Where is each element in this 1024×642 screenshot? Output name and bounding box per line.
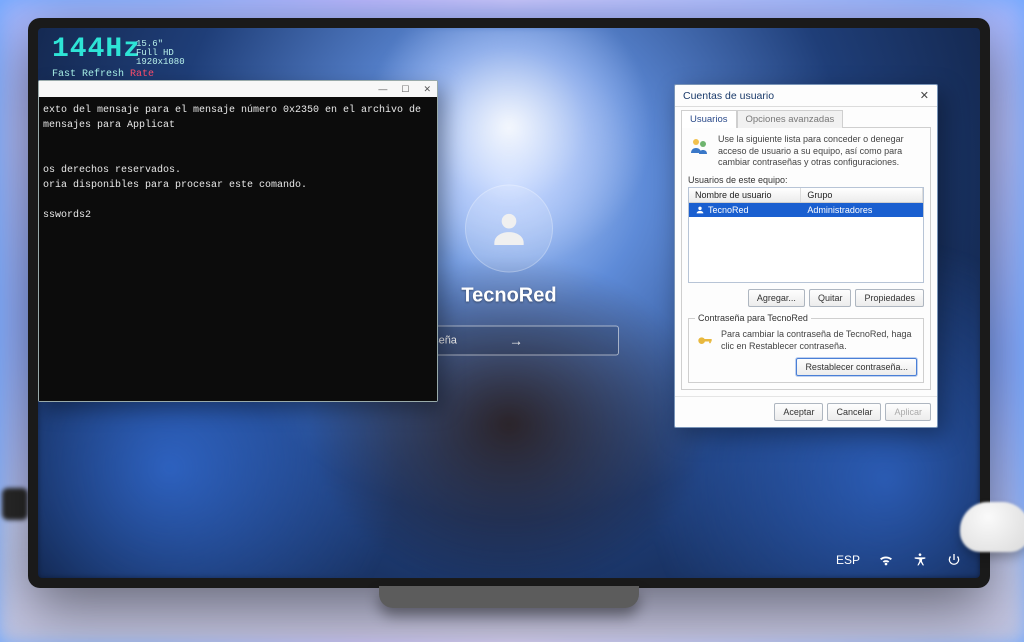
key-icon xyxy=(695,329,715,352)
password-fieldset: Contraseña para TecnoRed Para cambiar la… xyxy=(688,313,924,383)
panel-spec: 15.6" Full HD 1920x1080 xyxy=(136,40,185,67)
user-row-selected[interactable]: TecnoRed Administradores xyxy=(689,203,923,217)
fieldset-text: Para cambiar la contraseña de TecnoRed, … xyxy=(721,329,917,352)
ua-list-label: Usuarios de este equipo: xyxy=(688,175,924,185)
fieldset-legend: Contraseña para TecnoRed xyxy=(695,313,811,323)
cmd-output[interactable]: exto del mensaje para el mensaje número … xyxy=(39,97,437,401)
close-icon[interactable]: ✕ xyxy=(920,89,929,102)
users-icon xyxy=(688,134,712,161)
laptop-frame: 144Hz 15.6" Full HD 1920x1080 Fast Refre… xyxy=(28,18,990,588)
minimize-icon[interactable]: — xyxy=(378,84,387,94)
power-icon[interactable] xyxy=(946,552,962,568)
user-accounts-dialog[interactable]: Cuentas de usuario ✕ Usuarios Opciones a… xyxy=(674,84,938,428)
ua-list-buttons: Agregar... Quitar Propiedades xyxy=(688,289,924,307)
user-list[interactable]: Nombre de usuario Grupo TecnoRed Adminis… xyxy=(688,187,924,283)
screen: 144Hz 15.6" Full HD 1920x1080 Fast Refre… xyxy=(38,28,980,578)
ok-button[interactable]: Aceptar xyxy=(774,403,823,421)
refresh-rate: 144Hz xyxy=(52,34,141,65)
row-group: Administradores xyxy=(801,205,923,215)
submit-arrow-icon[interactable]: → xyxy=(509,333,610,349)
apply-button[interactable]: Aplicar xyxy=(885,403,931,421)
system-tray: ESP xyxy=(836,552,962,568)
reset-password-button[interactable]: Restablecer contraseña... xyxy=(796,358,917,376)
cancel-button[interactable]: Cancelar xyxy=(827,403,881,421)
language-indicator[interactable]: ESP xyxy=(836,553,860,567)
product-badge: 144Hz 15.6" Full HD 1920x1080 Fast Refre… xyxy=(52,36,154,80)
user-icon xyxy=(487,207,531,251)
ua-titlebar[interactable]: Cuentas de usuario ✕ xyxy=(675,85,937,107)
command-prompt-window[interactable]: — ☐ ✕ exto del mensaje para el mensaje n… xyxy=(38,80,438,402)
ua-users-pane: Use la siguiente lista para conceder o d… xyxy=(681,127,931,390)
remove-button[interactable]: Quitar xyxy=(809,289,852,307)
close-icon[interactable]: ✕ xyxy=(423,84,431,95)
add-button[interactable]: Agregar... xyxy=(748,289,805,307)
col-group[interactable]: Grupo xyxy=(801,188,923,202)
game-controller-prop xyxy=(960,502,1024,552)
properties-button[interactable]: Propiedades xyxy=(855,289,924,307)
tab-advanced[interactable]: Opciones avanzadas xyxy=(737,110,844,128)
maximize-icon[interactable]: ☐ xyxy=(401,84,409,95)
user-small-icon xyxy=(695,205,705,215)
cmd-titlebar[interactable]: — ☐ ✕ xyxy=(39,81,437,97)
row-username: TecnoRed xyxy=(708,205,749,215)
ua-tabs: Usuarios Opciones avanzadas xyxy=(675,107,937,127)
ua-title-text: Cuentas de usuario xyxy=(683,90,774,102)
avatar xyxy=(465,185,553,273)
ua-description-text: Use la siguiente lista para conceder o d… xyxy=(718,134,924,169)
wifi-icon[interactable] xyxy=(878,552,894,568)
ua-footer: Aceptar Cancelar Aplicar xyxy=(675,396,937,427)
user-list-header: Nombre de usuario Grupo xyxy=(689,188,923,203)
ua-description: Use la siguiente lista para conceder o d… xyxy=(688,134,924,169)
col-username[interactable]: Nombre de usuario xyxy=(689,188,801,202)
accessibility-icon[interactable] xyxy=(912,552,928,568)
badge-tagline: Fast Refresh Rate xyxy=(52,69,154,80)
laptop-hinge xyxy=(379,586,639,608)
tab-users[interactable]: Usuarios xyxy=(681,110,737,128)
